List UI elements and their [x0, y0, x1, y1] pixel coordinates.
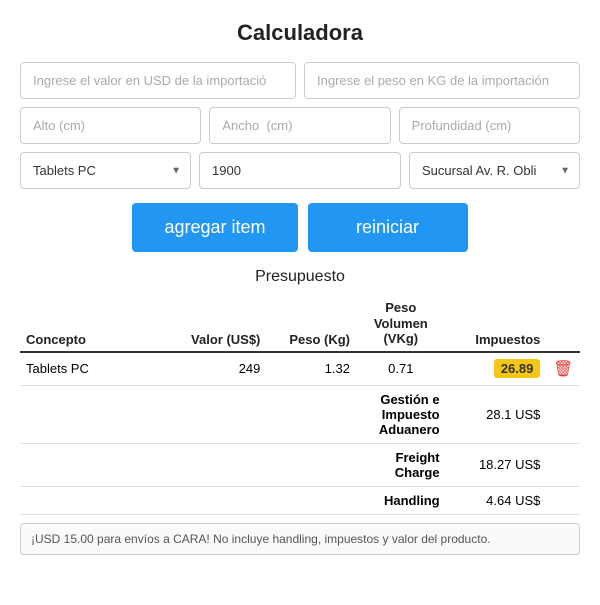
item-peso: 1.32	[266, 352, 356, 386]
summary-label-1: Gestión e Impuesto Aduanero	[356, 385, 446, 443]
top-inputs-row	[20, 62, 580, 99]
header-impuestos: Impuestos	[446, 296, 547, 352]
usd-input[interactable]	[20, 62, 296, 99]
category-select[interactable]: Tablets PC Electrónica Ropa Calzado	[20, 152, 191, 189]
note-box: ¡USD 15.00 para envíos a CARA! No incluy…	[20, 523, 580, 555]
summary-row-2: Freight Charge 18.27 US$	[20, 443, 580, 486]
header-action	[546, 296, 580, 352]
alto-input[interactable]	[20, 107, 201, 144]
add-item-button[interactable]: agregar item	[132, 203, 297, 252]
table-header-row: Concepto Valor (US$) Peso (Kg) PesoVolum…	[20, 296, 580, 352]
item-valor: 249	[177, 352, 267, 386]
item-concepto: Tablets PC	[20, 352, 177, 386]
category-row: Tablets PC Electrónica Ropa Calzado ▼ Su…	[20, 152, 580, 189]
note-text: ¡USD 15.00 para envíos a CARA! No incluy…	[31, 532, 491, 546]
ancho-input[interactable]	[209, 107, 390, 144]
budget-title: Presupuesto	[20, 268, 580, 286]
category-select-wrap: Tablets PC Electrónica Ropa Calzado ▼	[20, 152, 191, 189]
header-concepto: Concepto	[20, 296, 177, 352]
item-impuesto: 26.89	[446, 352, 547, 386]
budget-table: Concepto Valor (US$) Peso (Kg) PesoVolum…	[20, 296, 580, 515]
branch-select[interactable]: Sucursal Av. R. Obli Sucursal Centro Suc…	[409, 152, 580, 189]
kg-input[interactable]	[304, 62, 580, 99]
summary-label-3: Handling	[356, 486, 446, 514]
calculator-page: Calculadora Tablets PC Electrónica Ropa …	[0, 0, 600, 605]
item-delete-cell: 🗑	[546, 352, 580, 386]
reset-button[interactable]: reiniciar	[308, 203, 468, 252]
header-volumen: PesoVolumen(VKg)	[356, 296, 446, 352]
summary-value-1: 28.1 US$	[446, 385, 547, 443]
summary-value-2: 18.27 US$	[446, 443, 547, 486]
profundidad-input[interactable]	[399, 107, 580, 144]
budget-section: Presupuesto Concepto Valor (US$) Peso (K…	[20, 268, 580, 555]
delete-item-icon[interactable]: 🗑	[553, 361, 573, 378]
header-valor: Valor (US$)	[177, 296, 267, 352]
summary-row-1: Gestión e Impuesto Aduanero 28.1 US$	[20, 385, 580, 443]
header-peso: Peso (Kg)	[266, 296, 356, 352]
summary-row-3: Handling 4.64 US$	[20, 486, 580, 514]
branch-select-wrap: Sucursal Av. R. Obli Sucursal Centro Suc…	[409, 152, 580, 189]
action-buttons-row: agregar item reiniciar	[20, 203, 580, 252]
dimensions-row	[20, 107, 580, 144]
quantity-input[interactable]	[199, 152, 401, 189]
item-volumen: 0.71	[356, 352, 446, 386]
table-row: Tablets PC 249 1.32 0.71 26.89 🗑	[20, 352, 580, 386]
page-title: Calculadora	[20, 20, 580, 46]
impuesto-badge: 26.89	[494, 359, 541, 378]
summary-label-2: Freight Charge	[356, 443, 446, 486]
summary-value-3: 4.64 US$	[446, 486, 547, 514]
